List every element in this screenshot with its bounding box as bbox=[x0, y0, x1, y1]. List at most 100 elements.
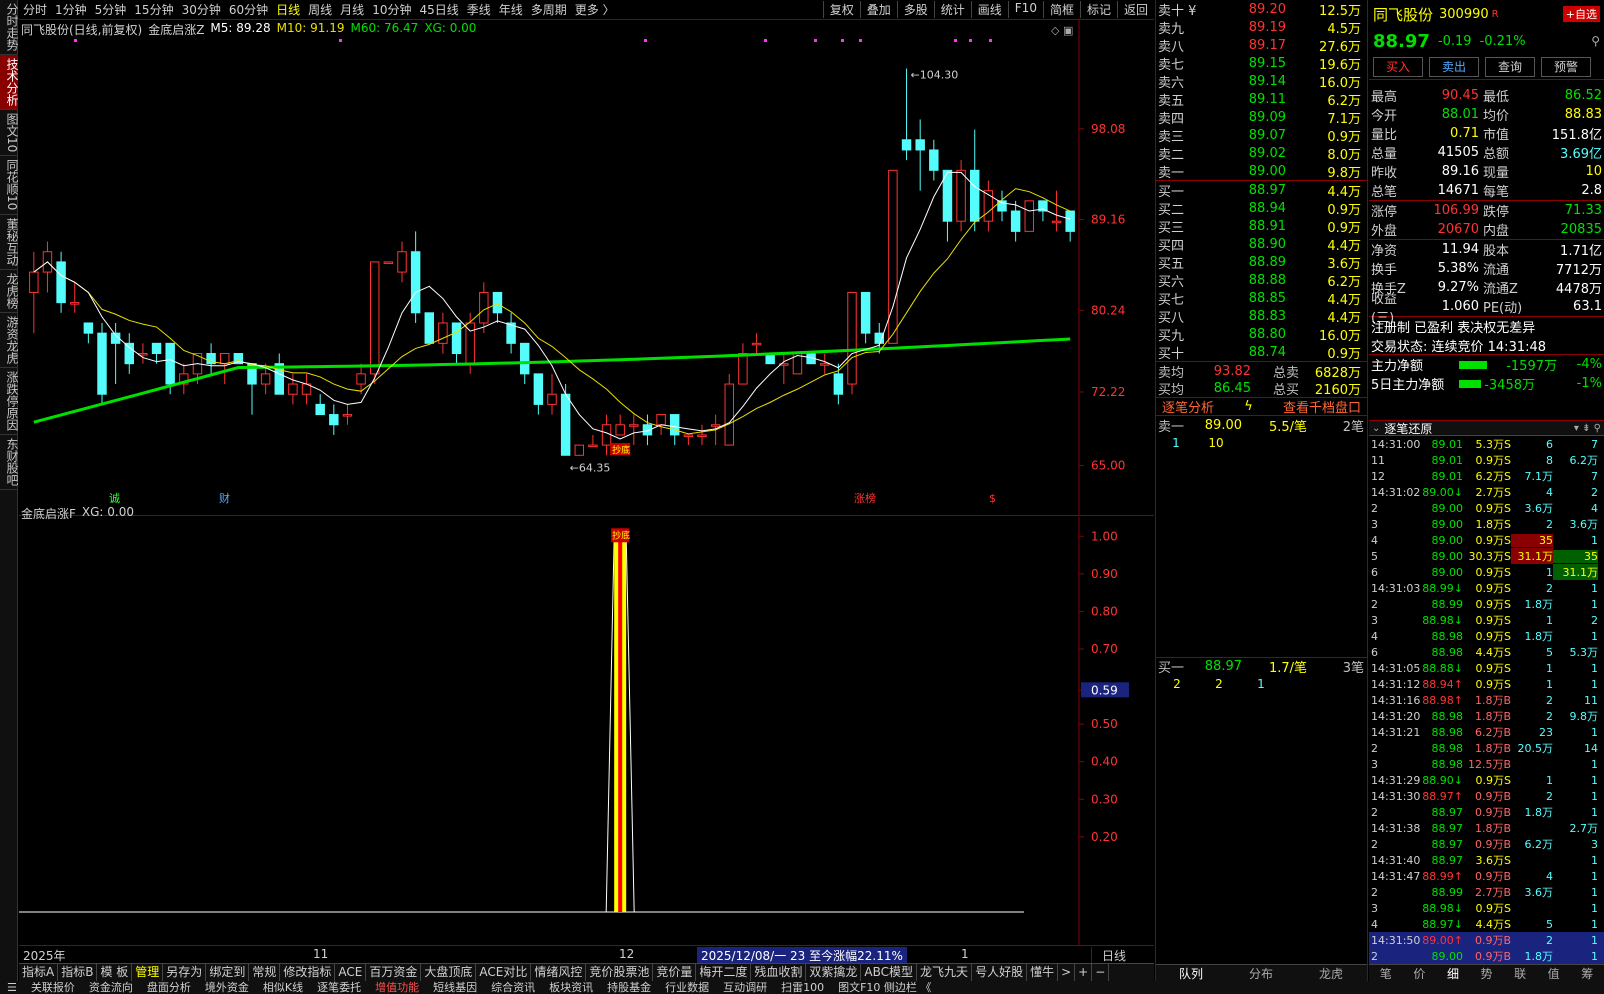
indicator-tab-21[interactable]: 懂牛 bbox=[1027, 964, 1059, 981]
period-tab-13[interactable]: 多周期 bbox=[527, 1, 571, 18]
left-tab-0[interactable]: 分时走势 bbox=[0, 0, 19, 55]
tick-row[interactable]: 14:31:02 89.00↓ 2.7万S 4 2 bbox=[1369, 484, 1604, 500]
indicator-tab-19[interactable]: 龙飞九天 bbox=[917, 964, 973, 981]
left-tab-5[interactable]: 龙虎榜 bbox=[0, 270, 19, 313]
period-label[interactable]: 日线 bbox=[1091, 947, 1126, 964]
sell-level-9[interactable]: 卖一 89.00 9.8万 bbox=[1156, 162, 1367, 181]
sell-level-0[interactable]: 卖十 ¥89.20 12.5万 bbox=[1156, 0, 1367, 19]
alert-button[interactable]: 预警 bbox=[1541, 56, 1591, 77]
status-item-8[interactable]: 综合资讯 bbox=[484, 981, 542, 994]
queue-tab[interactable]: 队列 bbox=[1156, 965, 1226, 981]
indicator-tab-18[interactable]: ABC模型 bbox=[861, 964, 918, 981]
indicator-tab-7[interactable]: 修改指标 bbox=[280, 964, 336, 981]
menu-icon[interactable]: ☰ bbox=[0, 981, 24, 994]
buy-level-4[interactable]: 买五 88.89 3.6万 bbox=[1156, 253, 1367, 272]
indicator-tab-2[interactable]: 模 板 bbox=[97, 964, 133, 981]
period-tab-10[interactable]: 45日线 bbox=[415, 1, 462, 18]
period-tab-12[interactable]: 年线 bbox=[495, 1, 527, 18]
tick-tab-4[interactable]: 联 bbox=[1503, 965, 1537, 981]
trade-analysis-link[interactable]: 逐笔分析 bbox=[1162, 397, 1214, 416]
tick-tab-3[interactable]: 势 bbox=[1470, 965, 1504, 981]
toolbar-action-3[interactable]: 统计 bbox=[933, 1, 971, 18]
indicator-tab-5[interactable]: 绑定到 bbox=[206, 964, 250, 981]
status-item-11[interactable]: 行业数据 bbox=[658, 981, 716, 994]
tick-row[interactable]: 4 88.98 0.9万S 1.8万 1 bbox=[1369, 628, 1604, 644]
tick-row[interactable]: 6 88.98 4.4万S 5 5.3万 bbox=[1369, 644, 1604, 660]
buy-level-0[interactable]: 买一 88.97 4.4万 bbox=[1156, 181, 1367, 200]
tick-row[interactable]: 12 89.01 6.2万S 7.1万 7 bbox=[1369, 468, 1604, 484]
distribution-tab[interactable]: 分布 bbox=[1226, 965, 1296, 981]
indicator-tab-12[interactable]: 情绪风控 bbox=[531, 964, 587, 981]
status-item-5[interactable]: 逐笔委托 bbox=[310, 981, 368, 994]
sell-level-6[interactable]: 卖四 89.09 7.1万 bbox=[1156, 108, 1367, 127]
status-item-2[interactable]: 盘面分析 bbox=[140, 981, 198, 994]
toolbar-action-4[interactable]: 画线 bbox=[970, 1, 1008, 18]
tick-row[interactable]: 2 89.00 0.9万B 1.8万 1 bbox=[1369, 948, 1604, 964]
dragon-tab[interactable]: 龙虎 bbox=[1296, 965, 1366, 981]
tick-row[interactable]: 14:31:30 88.97↑ 0.9万B 2 1 bbox=[1369, 788, 1604, 804]
tick-row[interactable]: 14:31:50 89.00↑ 0.9万B 2 1 bbox=[1369, 932, 1604, 948]
tick-row[interactable]: 2 88.99 0.9万S 1.8万 1 bbox=[1369, 596, 1604, 612]
query-button[interactable]: 查询 bbox=[1485, 56, 1535, 77]
tick-row[interactable]: 14:31:05 88.88↓ 0.9万S 1 1 bbox=[1369, 660, 1604, 676]
sell-level-4[interactable]: 卖六 89.14 16.0万 bbox=[1156, 72, 1367, 91]
status-item-4[interactable]: 相似K线 bbox=[256, 981, 310, 994]
toolbar-action-7[interactable]: 标记 bbox=[1079, 1, 1117, 18]
tick-row[interactable]: 2 88.99 2.7万B 3.6万 1 bbox=[1369, 884, 1604, 900]
tick-row[interactable]: 14:31:00 89.01 5.3万S 6 7 bbox=[1369, 436, 1604, 452]
indicator-tab-17[interactable]: 双紫擒龙 bbox=[806, 964, 862, 981]
remove-icon[interactable]: − bbox=[1092, 964, 1110, 981]
add-icon[interactable]: + bbox=[1075, 964, 1093, 981]
left-tab-7[interactable]: 涨跌停原因 bbox=[0, 368, 19, 435]
collapse-icon[interactable]: ⌄ bbox=[1372, 423, 1380, 434]
left-tab-3[interactable]: 同花顺10 bbox=[0, 156, 19, 215]
buy-button[interactable]: 买入 bbox=[1373, 56, 1423, 77]
tick-row[interactable]: 14:31:21 88.98 6.2万B 23 1 bbox=[1369, 724, 1604, 740]
sell-level-1[interactable]: 卖九 89.19 4.5万 bbox=[1156, 18, 1367, 37]
buy-level-7[interactable]: 买八 88.83 4.4万 bbox=[1156, 307, 1367, 326]
status-item-14[interactable]: 图文F10 侧边栏 《 bbox=[831, 981, 938, 994]
tick-row[interactable]: 14:31:29 88.90↓ 0.9万S 1 1 bbox=[1369, 772, 1604, 788]
tick-row[interactable]: 6 89.00 0.9万S 1 31.1万 bbox=[1369, 564, 1604, 580]
tick-row[interactable]: 14:31:16 88.98↑ 1.8万B 2 11 bbox=[1369, 692, 1604, 708]
status-item-1[interactable]: 资金流向 bbox=[82, 981, 140, 994]
tick-row[interactable]: 4 89.00 0.9万S 35 1 bbox=[1369, 532, 1604, 548]
buy-level-6[interactable]: 买七 88.85 4.4万 bbox=[1156, 289, 1367, 308]
buy-level-3[interactable]: 买四 88.90 4.4万 bbox=[1156, 235, 1367, 254]
indicator-tab-10[interactable]: 大盘顶底 bbox=[421, 964, 477, 981]
indicator-tab-1[interactable]: 指标B bbox=[58, 964, 98, 981]
tick-row[interactable]: 14:31:20 88.98 1.8万B 2 9.8万 bbox=[1369, 708, 1604, 724]
add-watchlist-button[interactable]: +自选 bbox=[1562, 6, 1600, 22]
sell-level-7[interactable]: 卖三 89.07 0.9万 bbox=[1156, 126, 1367, 145]
left-tab-8[interactable]: 东财股吧 bbox=[0, 435, 19, 490]
status-item-7[interactable]: 短线基因 bbox=[426, 981, 484, 994]
tick-tab-2[interactable]: 细 bbox=[1436, 965, 1470, 981]
tick-row[interactable]: 14:31:12 88.94↑ 0.9万S 1 1 bbox=[1369, 676, 1604, 692]
sell-level-3[interactable]: 卖七 89.15 19.6万 bbox=[1156, 54, 1367, 73]
buy-level-1[interactable]: 买二 88.94 0.9万 bbox=[1156, 199, 1367, 218]
period-tab-11[interactable]: 季线 bbox=[463, 1, 495, 18]
status-item-6[interactable]: 增值功能 bbox=[368, 981, 426, 994]
indicator-tab-6[interactable]: 常规 bbox=[249, 964, 281, 981]
period-tab-1[interactable]: 1分钟 bbox=[51, 1, 91, 18]
tick-tab-1[interactable]: 价 bbox=[1403, 965, 1437, 981]
tick-row[interactable]: 3 88.98↓ 0.9万S 1 bbox=[1369, 900, 1604, 916]
tick-row[interactable]: 2 88.98 1.8万B 20.5万 14 bbox=[1369, 740, 1604, 756]
left-tab-4[interactable]: 董秘互动 bbox=[0, 215, 19, 270]
sell-button[interactable]: 卖出 bbox=[1429, 56, 1479, 77]
pin-icon[interactable]: ⚲ bbox=[1591, 34, 1600, 48]
sell-level-8[interactable]: 卖二 89.02 8.0万 bbox=[1156, 144, 1367, 163]
tick-row[interactable]: 2 88.97 0.9万B 6.2万 3 bbox=[1369, 836, 1604, 852]
period-tab-8[interactable]: 月线 bbox=[336, 1, 368, 18]
buy-level-8[interactable]: 买九 88.80 16.0万 bbox=[1156, 325, 1367, 344]
indicator-tab-16[interactable]: 残血收割 bbox=[751, 964, 807, 981]
buy-level-2[interactable]: 买三 88.91 0.9万 bbox=[1156, 217, 1367, 236]
toolbar-action-8[interactable]: 返回 bbox=[1116, 1, 1154, 18]
tick-row[interactable]: 14:31:40 88.97 3.6万S 1 bbox=[1369, 852, 1604, 868]
indicator-tab-9[interactable]: 百万资金 bbox=[366, 964, 422, 981]
indicator-tab-14[interactable]: 竞价量 bbox=[653, 964, 697, 981]
toolbar-action-5[interactable]: F10 bbox=[1007, 1, 1043, 18]
tick-row[interactable]: 5 89.00 30.3万S 31.1万 35 bbox=[1369, 548, 1604, 564]
indicator-tab-0[interactable]: 指标A bbox=[19, 964, 59, 981]
period-tab-6[interactable]: 日线 bbox=[272, 1, 304, 18]
